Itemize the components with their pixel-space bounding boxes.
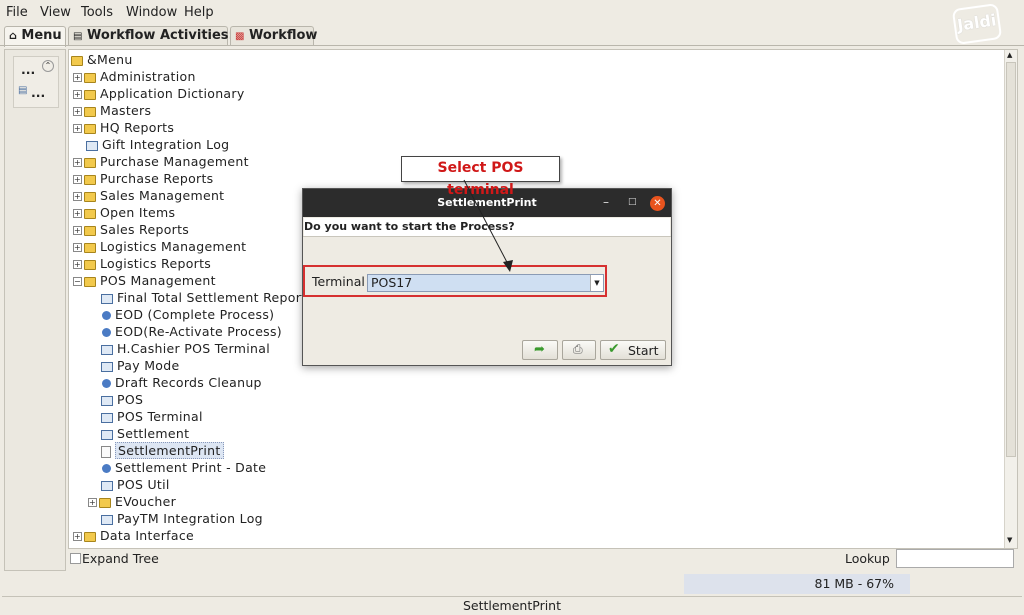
annotation-arrow <box>463 179 513 272</box>
